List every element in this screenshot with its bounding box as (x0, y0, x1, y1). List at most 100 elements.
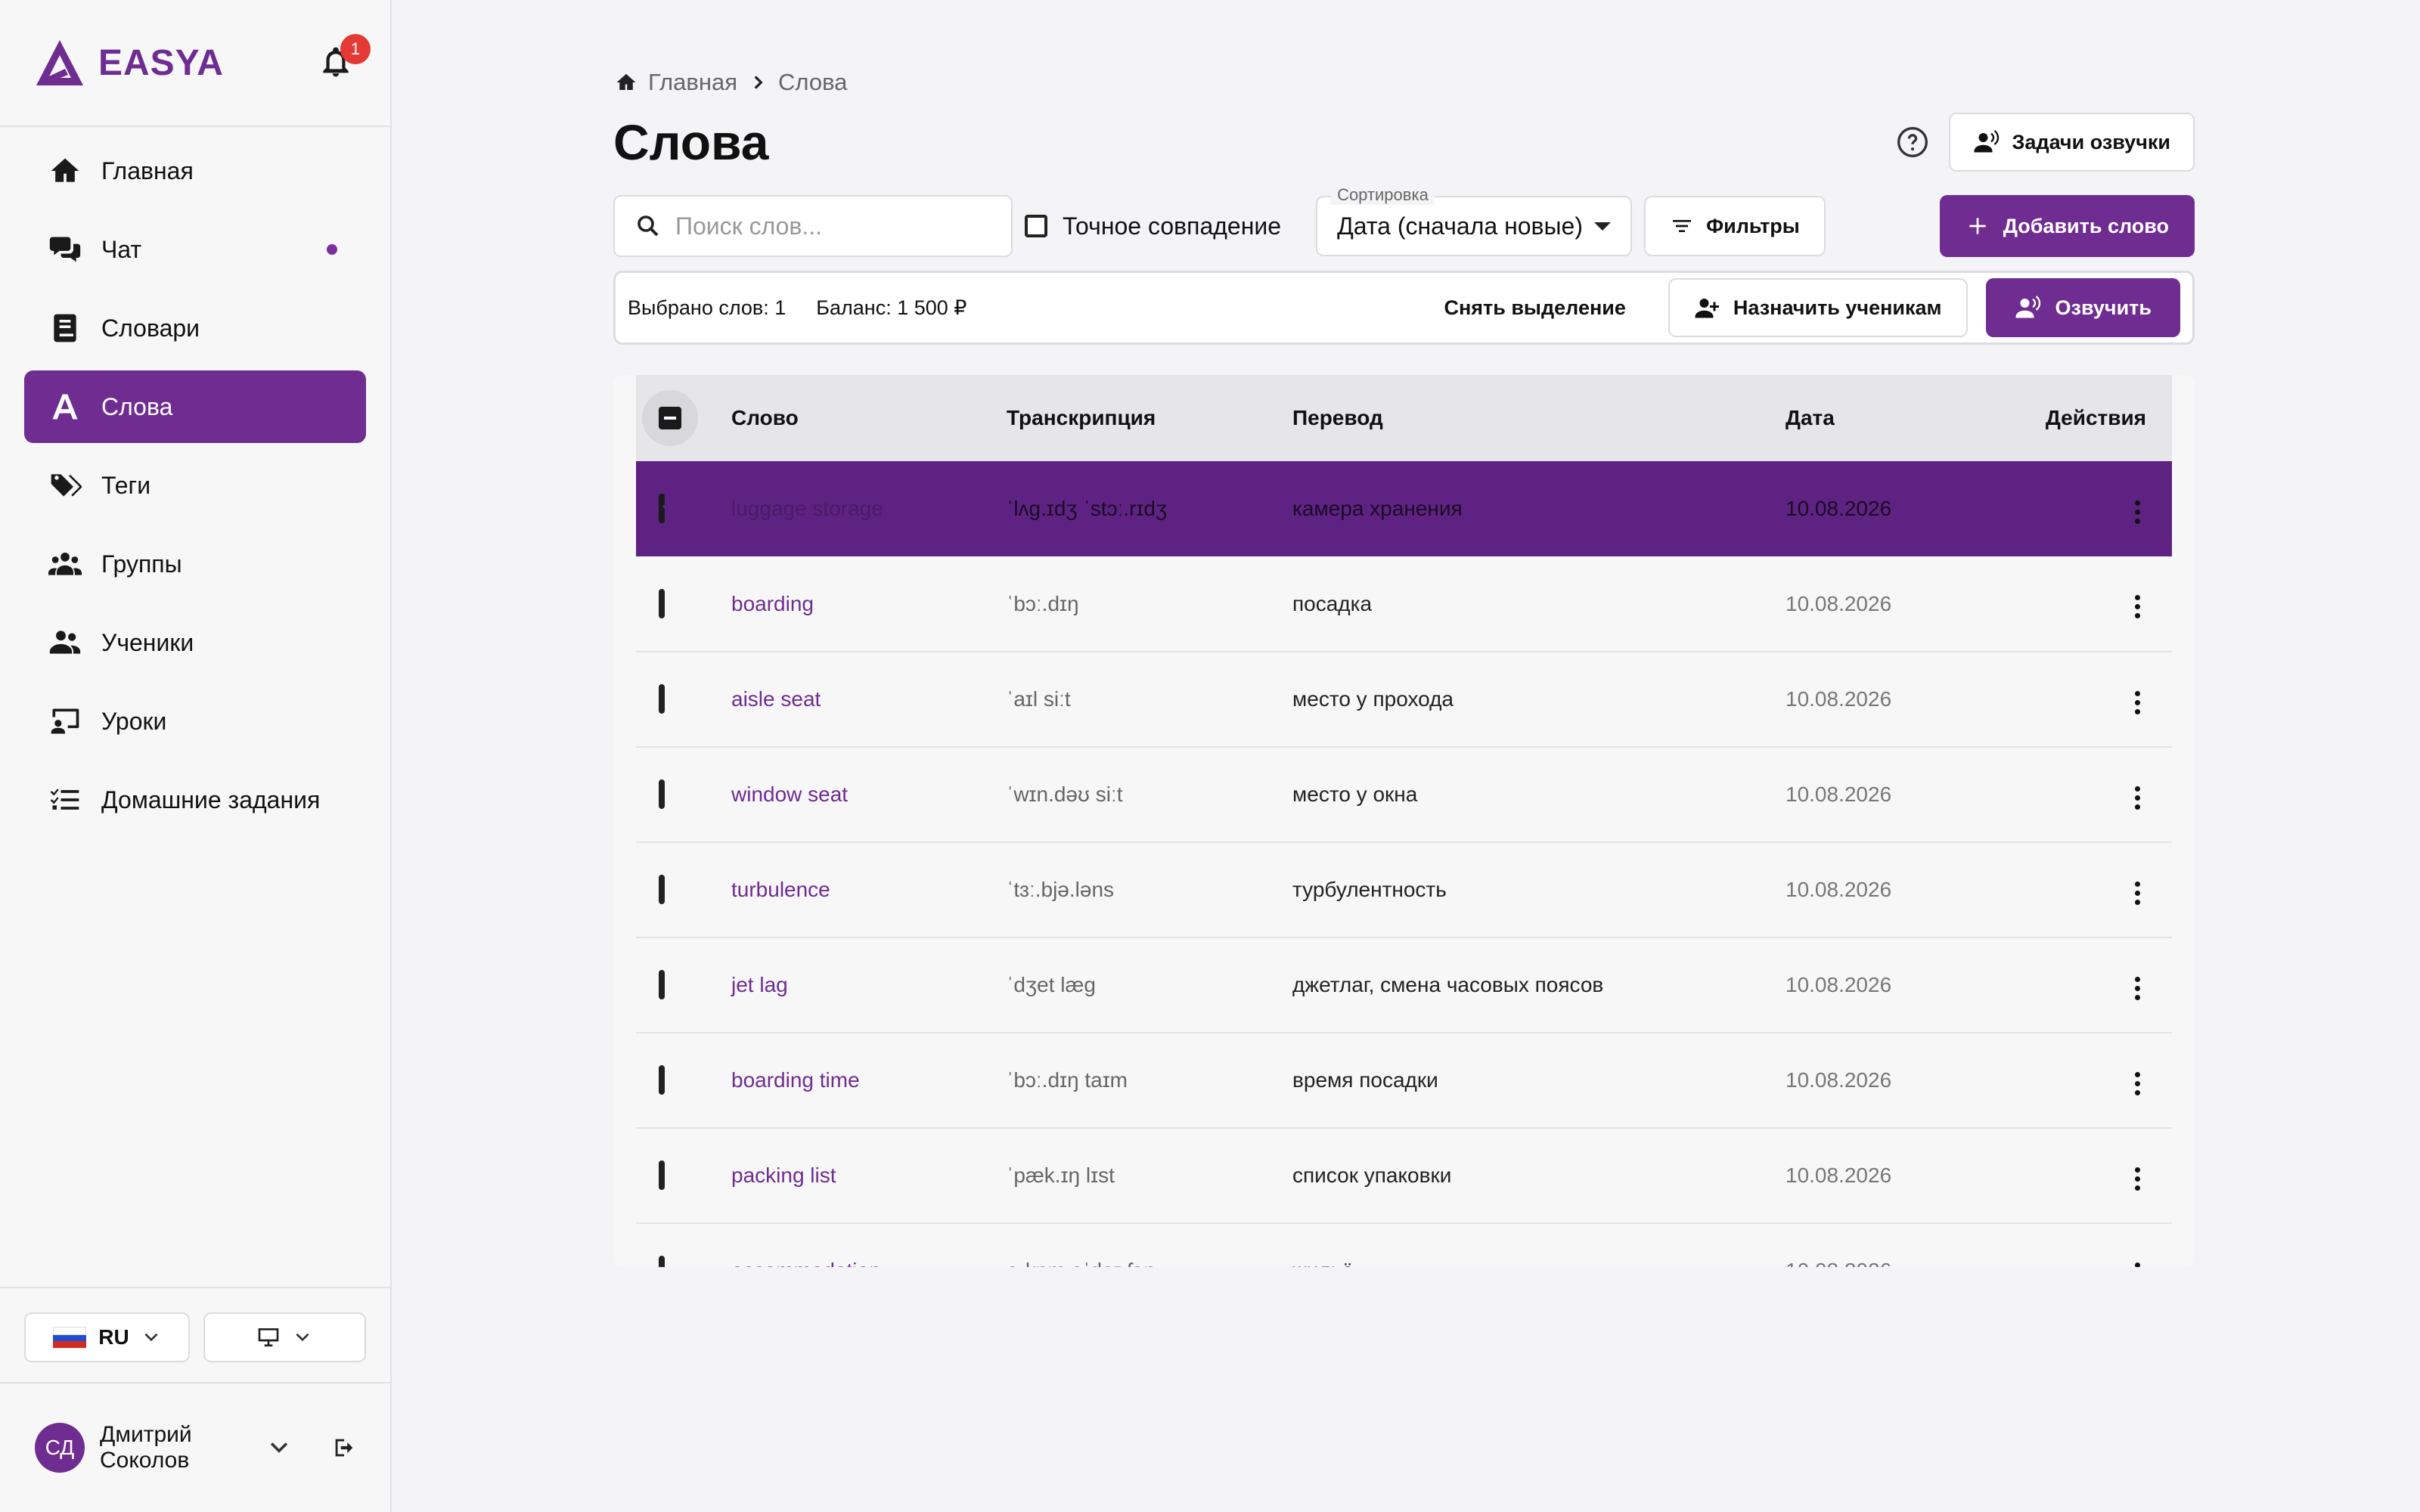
voice-tasks-button[interactable]: Задачи озвучки (1948, 113, 2195, 172)
sidebar-item-groups[interactable]: Группы (24, 528, 366, 600)
date: 10.08.2026 (1786, 497, 1892, 520)
monitor-icon (259, 1328, 279, 1346)
word-link[interactable]: aisle seat (731, 652, 1007, 747)
more-vertical-icon[interactable] (2129, 1255, 2146, 1267)
sidebar-item-dictionaries[interactable]: Словари (24, 292, 366, 364)
sort-value: Дата (сначала новые) (1337, 212, 1583, 240)
translation: место у прохода (1292, 687, 1454, 711)
language-select[interactable]: RU (24, 1312, 190, 1362)
notifications-button[interactable]: 1 (315, 34, 371, 84)
header-date[interactable]: Дата (1786, 375, 2012, 461)
sidebar-item-homework[interactable]: Домашние задания (24, 764, 366, 836)
more-vertical-icon[interactable] (2129, 779, 2146, 817)
more-vertical-icon[interactable] (2129, 874, 2146, 912)
table-row[interactable]: luggage storage ˈlʌg.ɪdʒ ˈstɔː.rɪdʒ камера… (636, 461, 2172, 556)
table-row[interactable]: window seat ˈwɪn.dəʊ siːt место у окна 10.0… (636, 747, 2172, 842)
exact-match-checkbox[interactable] (1025, 215, 1047, 237)
table-row[interactable]: turbulence ˈtɜː.bjə.ləns турбулентность 10.… (636, 842, 2172, 937)
user-menu[interactable]: СД Дмитрий Соколов (0, 1383, 390, 1512)
filters-button[interactable]: Фильтры (1644, 196, 1826, 256)
select-all-checkbox[interactable] (642, 390, 698, 446)
transcription: ˈpæk.ɪŋ lɪst (1007, 1163, 1115, 1187)
row-checkbox[interactable] (659, 1065, 665, 1095)
sort-select[interactable]: Сортировка Дата (сначала новые) (1316, 185, 1633, 256)
word-link[interactable]: window seat (731, 747, 1007, 842)
sidebar-item-students[interactable]: Ученики (24, 606, 366, 679)
page-title: Слова (613, 114, 769, 170)
word-link[interactable]: packing list (731, 1128, 1007, 1223)
logo[interactable]: EASYA (35, 39, 224, 87)
more-vertical-icon[interactable] (2129, 493, 2146, 531)
display-mode-select[interactable] (203, 1312, 366, 1362)
translation: жильё (1292, 1223, 1786, 1267)
sidebar-item-chat[interactable]: Чат (24, 213, 366, 286)
sidebar-item-home[interactable]: Главная (24, 135, 366, 207)
sidebar-item-label: Ученики (101, 628, 194, 656)
logout-icon[interactable] (331, 1435, 357, 1461)
lesson-icon (51, 708, 79, 734)
filter-icon (1673, 220, 1692, 232)
sidebar-item-words[interactable]: Слова (24, 370, 366, 443)
word-link[interactable]: jet lag (731, 937, 1007, 1033)
more-vertical-icon[interactable] (2129, 969, 2146, 1008)
more-vertical-icon[interactable] (2129, 1064, 2146, 1103)
selected-count: Выбрано слов: 1 (628, 296, 786, 319)
header-select-all[interactable] (636, 375, 731, 461)
word-link[interactable]: accommodation (731, 1223, 1007, 1267)
row-actions-cell (2012, 842, 2172, 937)
row-checkbox[interactable] (659, 779, 665, 809)
search-input[interactable] (675, 212, 978, 240)
plus-icon (1969, 218, 1986, 234)
breadcrumb-home[interactable]: Главная (648, 69, 737, 96)
russia-flag-icon (53, 1327, 87, 1349)
word-link[interactable]: boarding time (731, 1033, 1007, 1128)
more-vertical-icon[interactable] (2129, 587, 2146, 626)
date: 10.08.2026 (1786, 973, 1892, 996)
header-word[interactable]: Слово (731, 375, 1007, 461)
table-row[interactable]: packing list ˈpæk.ɪŋ lɪst список упаковки 1… (636, 1128, 2172, 1223)
chevron-down-icon[interactable] (266, 1435, 292, 1461)
exact-match-toggle[interactable]: Точное совпадение (1025, 212, 1281, 240)
row-actions-cell (2012, 556, 2172, 652)
header-transcription: Транскрипция (1007, 406, 1156, 429)
sidebar-item-label: Группы (101, 550, 182, 578)
row-select-cell (636, 461, 731, 556)
word-link[interactable]: turbulence (731, 842, 1007, 937)
more-vertical-icon[interactable] (2129, 1160, 2146, 1198)
header-actions: Действия (2045, 406, 2146, 429)
checklist-icon (50, 789, 79, 810)
selection-bar: Выбрано слов: 1 Баланс: 1 500 ₽ Снять вы… (613, 271, 2195, 345)
translation: место у окна (1292, 782, 1418, 806)
search-box[interactable] (613, 195, 1013, 257)
transcription: əˌkɒm.əˈdeɪ.ʃən (1007, 1223, 1292, 1267)
voice-label: Озвучить (2055, 296, 2152, 319)
help-icon[interactable] (1896, 125, 1929, 159)
row-checkbox[interactable] (659, 1256, 665, 1267)
table-row[interactable]: accommodationəˌkɒm.əˈdeɪ.ʃənжильё10.08.2… (636, 1223, 2172, 1267)
row-checkbox[interactable] (659, 1160, 665, 1190)
word-link[interactable]: luggage storage (731, 461, 1007, 556)
table-row[interactable]: aisle seat ˈaɪl siːt место у прохода 10.08.… (636, 652, 2172, 747)
search-icon (638, 215, 659, 237)
add-word-button[interactable]: Добавить слово (1939, 195, 2195, 257)
add-word-label: Добавить слово (2003, 214, 2169, 237)
row-checkbox[interactable] (659, 684, 665, 714)
sidebar-tools: RU (0, 1287, 390, 1383)
more-vertical-icon[interactable] (2129, 683, 2146, 722)
row-select-cell (636, 556, 731, 652)
voice-button[interactable]: Озвучить (1985, 278, 2180, 337)
sidebar-item-label: Теги (101, 471, 151, 499)
row-actions-cell (2012, 461, 2172, 556)
assign-students-button[interactable]: Назначить ученикам (1668, 278, 1968, 337)
row-checkbox[interactable] (659, 970, 665, 999)
table-row[interactable]: boarding ˈbɔː.dɪŋ посадка 10.08.2026 (636, 556, 2172, 652)
unselect-button[interactable]: Снять выделение (1444, 296, 1625, 320)
word-link[interactable]: boarding (731, 556, 1007, 652)
row-checkbox[interactable] (659, 875, 665, 904)
sidebar-item-lessons[interactable]: Уроки (24, 685, 366, 758)
row-checkbox[interactable] (659, 494, 665, 523)
table-row[interactable]: jet lag ˈdʒet læg джетлаг, смена часовых п… (636, 937, 2172, 1033)
table-row[interactable]: boarding time ˈbɔː.dɪŋ taɪm время посадки 1… (636, 1033, 2172, 1128)
row-checkbox[interactable] (659, 588, 665, 618)
sidebar-item-tags[interactable]: Теги (24, 449, 366, 522)
